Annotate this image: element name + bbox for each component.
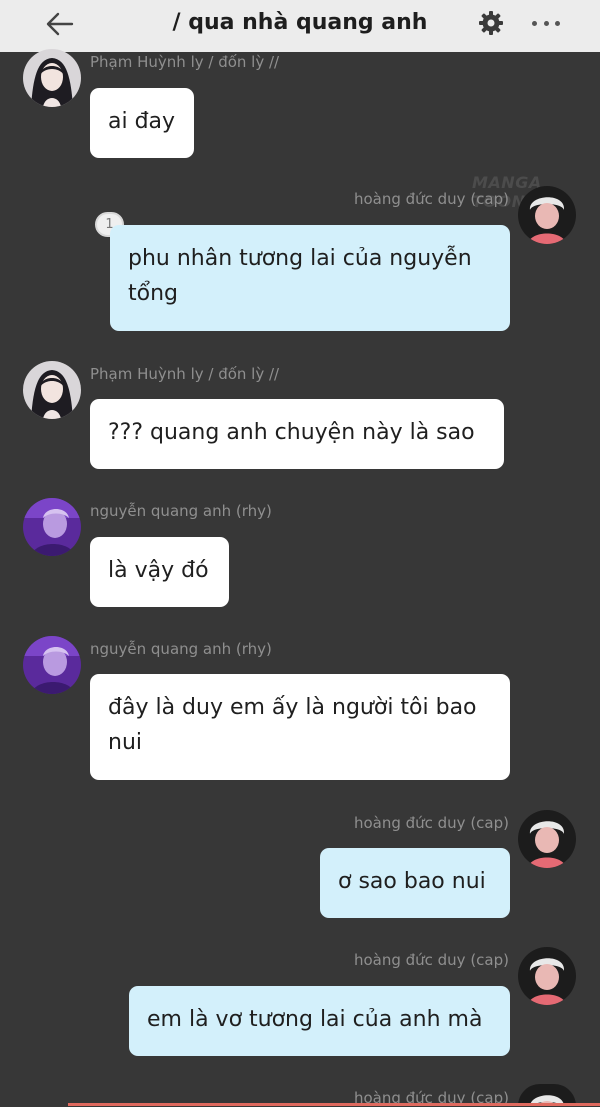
chat-title: / qua nhà quang anh	[172, 10, 428, 35]
avatar-pham-huynh-ly[interactable]	[23, 49, 81, 107]
sender-name: hoàng đức duy (cap)	[353, 190, 509, 208]
sender-name: hoàng đức duy (cap)	[353, 814, 509, 832]
sender-name: hoàng đức duy (cap)	[353, 951, 509, 969]
message-bubble[interactable]: đây là duy em ấy là người tôi bao nui	[90, 674, 510, 780]
girl-avatar-icon	[23, 49, 81, 107]
chat-header: / qua nhà quang anh	[0, 0, 600, 52]
sender-name: Phạm Huỳnh ly / đốn lỳ //	[90, 365, 280, 383]
sender-name: Phạm Huỳnh ly / đốn lỳ //	[90, 53, 280, 71]
more-dots-icon	[532, 20, 537, 26]
gear-icon	[479, 11, 503, 35]
avatar-nguyen-quang-anh[interactable]	[23, 636, 81, 694]
avatar-nguyen-quang-anh[interactable]	[23, 498, 81, 556]
boy-avatar-icon	[518, 186, 576, 244]
more-button[interactable]	[532, 10, 560, 36]
purple-avatar-icon	[23, 636, 81, 694]
avatar-pham-huynh-ly[interactable]	[23, 361, 81, 419]
avatar-hoang-duc-duy[interactable]	[518, 810, 576, 868]
message-bubble[interactable]: là vậy đó	[90, 537, 229, 607]
sender-name: nguyễn quang anh (rhy)	[90, 502, 272, 520]
boy-avatar-icon	[518, 810, 576, 868]
avatar-hoang-duc-duy[interactable]	[518, 947, 576, 1005]
boy-avatar-icon	[518, 947, 576, 1005]
avatar-hoang-duc-duy[interactable]	[518, 186, 576, 244]
sender-name: nguyễn quang anh (rhy)	[90, 640, 272, 658]
message-bubble[interactable]: phu nhân tương lai của nguyễn tổng	[110, 225, 510, 331]
message-bubble[interactable]: em là vơ tương lai của anh mà	[129, 986, 510, 1056]
message-bubble[interactable]: ai đay	[90, 88, 194, 158]
girl-avatar-icon	[23, 361, 81, 419]
message-bubble[interactable]: ??? quang anh chuyện này là sao	[90, 399, 504, 469]
purple-avatar-icon	[23, 498, 81, 556]
message-bubble[interactable]: ơ sao bao nui	[320, 848, 510, 918]
settings-button[interactable]	[478, 10, 504, 36]
